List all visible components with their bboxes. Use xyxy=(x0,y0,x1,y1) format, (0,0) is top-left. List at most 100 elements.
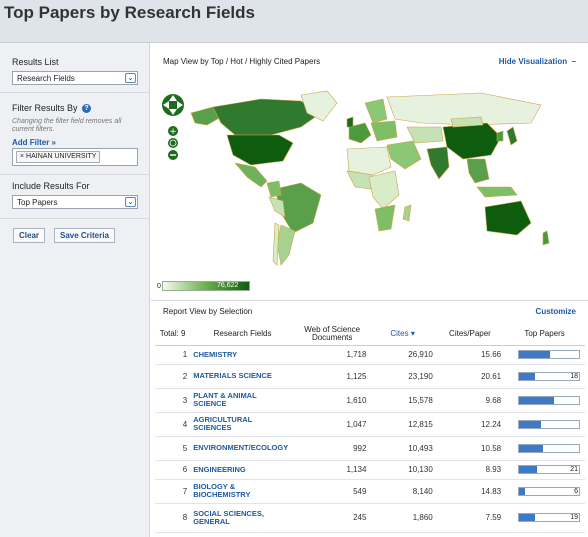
top-papers-header[interactable]: Top Papers xyxy=(504,323,585,346)
pan-control-icon[interactable] xyxy=(162,94,184,116)
table-row[interactable]: 0ALL FIELDS11,019129,50611.75226 xyxy=(155,532,585,537)
row-field-link[interactable]: PLANT & ANIMAL SCIENCE xyxy=(190,388,295,413)
row-top-papers[interactable]: 24 xyxy=(504,412,585,437)
section-divider xyxy=(151,300,588,301)
remove-chip-icon[interactable]: × xyxy=(20,153,24,160)
map-region-colombia xyxy=(266,180,282,198)
row-field-link[interactable]: BIOLOGY & BIOCHEMISTRY xyxy=(190,479,295,504)
row-top-papers[interactable]: 34 xyxy=(504,345,585,365)
filter-label: Filter Results By ? xyxy=(12,103,92,114)
row-field-link[interactable]: ENVIRONMENT/ECOLOGY xyxy=(190,436,295,461)
row-field-link[interactable]: AGRICULTURAL SCIENCES xyxy=(190,412,295,437)
total-header: Total: 9 xyxy=(155,323,191,346)
customize-link[interactable]: Customize xyxy=(536,307,576,316)
row-cites-per-paper: 10.58 xyxy=(435,436,505,461)
filter-hint: Changing the filter field removes all cu… xyxy=(12,118,122,133)
row-docs: 1,134 xyxy=(294,460,370,480)
map-region-mexico xyxy=(234,162,268,188)
table-row[interactable]: 3 PLANT & ANIMAL SCIENCE 1,610 15,578 9.68 38 xyxy=(155,388,585,413)
filter-box: × HAINAN UNIVERSITY xyxy=(12,148,138,166)
row-rank: 1 xyxy=(155,345,191,365)
row-field-link[interactable]: SOCIAL SCIENCES, GENERAL xyxy=(190,503,295,533)
row-docs: 11,019 xyxy=(295,532,370,537)
table-row[interactable]: 7 BIOLOGY & BIOCHEMISTRY 549 8,140 14.83 6 xyxy=(155,479,585,504)
top-papers-value: 6 xyxy=(574,487,578,495)
sort-desc-icon: ▾ xyxy=(410,328,415,338)
page-title: Top Papers by Research Fields xyxy=(4,3,255,22)
hide-visualization-label: Hide Visualization xyxy=(498,57,568,66)
table-header-row: Total: 9 Research Fields Web of Science … xyxy=(155,323,585,346)
row-cites-per-paper: 15.66 xyxy=(435,345,505,365)
add-filter-link[interactable]: Add Filter » xyxy=(12,138,56,147)
row-cites: 10,493 xyxy=(369,436,436,461)
row-rank: 8 xyxy=(155,503,191,533)
row-field-link[interactable]: MATERIALS SCIENCE xyxy=(190,364,295,389)
row-cites: 8,140 xyxy=(369,479,436,504)
field-header[interactable]: Research Fields xyxy=(190,323,295,346)
row-top-papers[interactable]: 21 xyxy=(504,460,585,480)
docs-header[interactable]: Web of Science Documents xyxy=(294,323,370,346)
help-icon[interactable]: ? xyxy=(82,104,92,114)
map-region-central-asia xyxy=(406,126,444,144)
row-rank: 5 xyxy=(155,436,191,461)
zoom-in-icon[interactable]: + xyxy=(168,126,178,137)
map-region-uk xyxy=(346,116,354,128)
table-row[interactable]: 4 AGRICULTURAL SCIENCES 1,047 12,815 12.24 24 xyxy=(155,412,585,437)
row-rank: 3 xyxy=(155,388,191,413)
table-row[interactable]: 6 ENGINEERING 1,134 10,130 8.93 21 xyxy=(155,460,585,480)
world-map-svg: + xyxy=(162,90,550,266)
row-top-papers[interactable]: 18 xyxy=(504,364,585,389)
row-top-papers[interactable]: 19 xyxy=(504,503,585,533)
map-region-indonesia xyxy=(476,186,518,198)
top-papers-bar-fill xyxy=(519,372,536,380)
include-label: Include Results For xyxy=(12,181,90,191)
table-row[interactable]: 5 ENVIRONMENT/ECOLOGY 992 10,493 10.58 27 xyxy=(155,436,585,461)
results-table: Total: 9 Research Fields Web of Science … xyxy=(155,323,585,537)
map-region-north-africa xyxy=(346,146,392,176)
results-list-value: Research Fields xyxy=(17,74,75,83)
row-top-papers[interactable]: 38 xyxy=(504,388,585,413)
clear-button[interactable]: Clear xyxy=(13,228,46,243)
table-row[interactable]: 1 CHEMISTRY 1,718 26,910 15.66 34 xyxy=(155,345,585,365)
row-cites-per-paper: 20.61 xyxy=(435,364,505,389)
results-list-select[interactable]: Research Fields ⌄ xyxy=(12,71,138,85)
globe-icon[interactable] xyxy=(168,138,178,148)
include-value: Top Papers xyxy=(17,198,58,207)
row-cites-per-paper: 11.75 xyxy=(436,532,504,537)
row-top-papers[interactable]: 226 xyxy=(504,532,585,537)
table-row[interactable]: 2 MATERIALS SCIENCE 1,125 23,190 20.61 18 xyxy=(155,364,585,389)
cites-header[interactable]: Cites ▾ xyxy=(369,323,436,346)
map-region-scandinavia xyxy=(364,98,388,124)
row-cites-per-paper: 9.68 xyxy=(435,388,505,413)
cites-header-label: Cites xyxy=(390,328,409,338)
row-docs: 992 xyxy=(294,436,370,461)
include-select[interactable]: Top Papers ⌄ xyxy=(12,195,138,209)
filter-chip[interactable]: × HAINAN UNIVERSITY xyxy=(16,151,101,163)
save-criteria-button[interactable]: Save Criteria xyxy=(54,228,115,243)
row-field-link[interactable]: CHEMISTRY xyxy=(190,345,295,365)
sidebar: Results List Research Fields ⌄ Filter Re… xyxy=(0,43,150,537)
chevron-down-icon: ⌄ xyxy=(125,197,136,207)
row-top-papers[interactable]: 27 xyxy=(504,436,585,461)
table-row[interactable]: 8 SOCIAL SCIENCES, GENERAL 245 1,860 7.59 19 xyxy=(155,503,585,533)
results-list-section: Results List Research Fields ⌄ xyxy=(0,43,150,93)
top-papers-bar: 34 xyxy=(518,350,580,359)
row-rank: 0 xyxy=(155,532,190,537)
world-map[interactable]: + xyxy=(151,83,588,303)
map-region-madagascar xyxy=(402,204,412,222)
row-docs: 1,610 xyxy=(294,388,370,413)
top-papers-bar-fill xyxy=(519,514,536,521)
hide-visualization-link[interactable]: Hide Visualization – xyxy=(499,57,576,66)
map-legend: 0 76,622 xyxy=(157,281,257,293)
row-field-link[interactable]: ENGINEERING xyxy=(190,460,295,480)
row-docs: 1,047 xyxy=(294,412,370,437)
map-region-australia xyxy=(484,200,532,236)
zoom-out-icon[interactable] xyxy=(168,150,178,160)
legend-max: 76,622 xyxy=(217,282,239,289)
row-docs: 549 xyxy=(294,479,370,504)
row-top-papers[interactable]: 6 xyxy=(504,479,585,504)
top-papers-bar: 24 xyxy=(518,419,580,429)
row-field-link[interactable]: ALL FIELDS xyxy=(190,532,295,537)
cites-per-paper-header[interactable]: Cites/Paper xyxy=(435,323,505,346)
row-docs: 1,125 xyxy=(294,364,370,389)
